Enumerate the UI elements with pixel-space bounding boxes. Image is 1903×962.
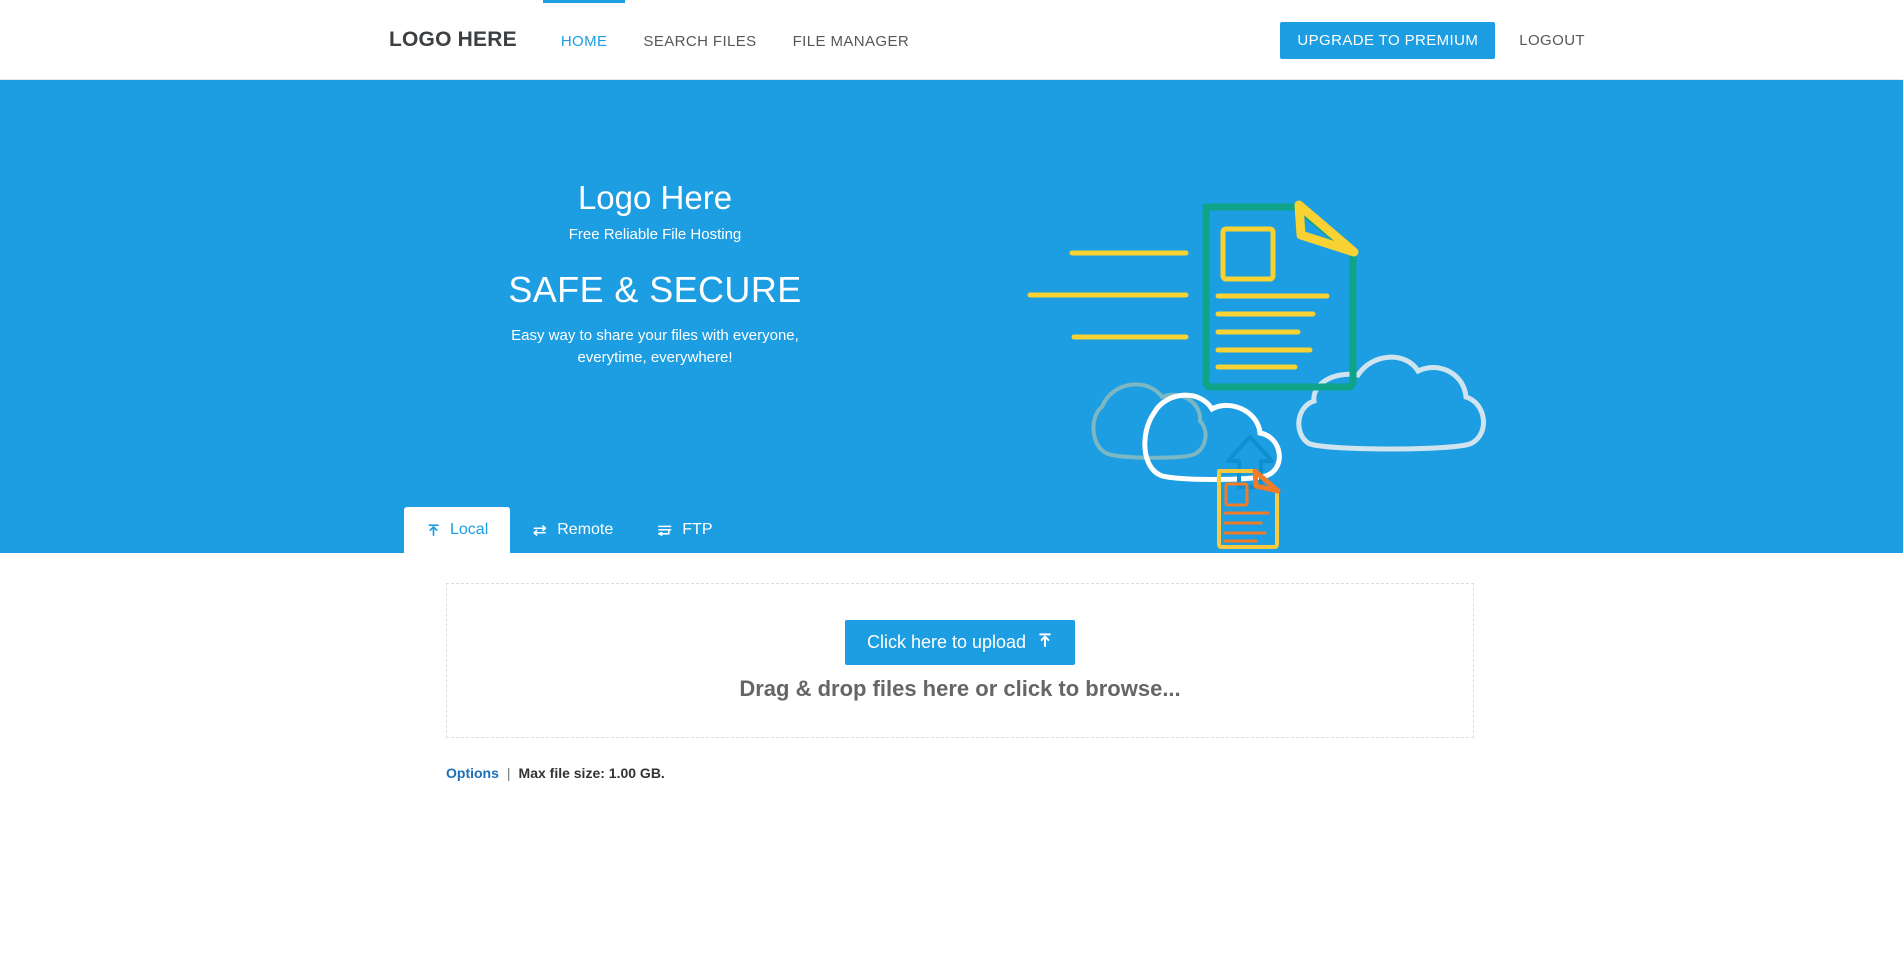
hero-tagline: Free Reliable File Hosting <box>568 226 742 244</box>
document-fold-corner <box>1294 200 1359 257</box>
brand-logo[interactable]: LOGO HERE <box>389 28 517 52</box>
document-thumbnail <box>1220 226 1276 282</box>
tab-ftp[interactable]: FTP <box>635 507 734 553</box>
nav-item-file-manager[interactable]: FILE MANAGER <box>775 0 928 80</box>
top-navbar: LOGO HERE HOME SEARCH FILES FILE MANAGER… <box>0 0 1903 80</box>
hero-logo-title: Logo Here <box>577 179 733 216</box>
tab-ftp-label: FTP <box>682 521 713 538</box>
upload-panel: Click here to upload Drag & drop files h… <box>0 553 1903 933</box>
hero-text-block: Logo Here Free Reliable File Hosting SAF… <box>445 179 865 368</box>
navbar-right-group: UPGRADE TO PREMIUM LOGOUT <box>1280 0 1585 80</box>
dropzone-hint-text: Drag & drop files here or click to brows… <box>739 675 1181 701</box>
upload-button-label: Click here to upload <box>866 631 1027 652</box>
ftp-server-icon <box>657 523 673 538</box>
hero-section: Logo Here Free Reliable File Hosting SAF… <box>0 80 1903 553</box>
nav-item-search-files[interactable]: SEARCH FILES <box>625 0 774 80</box>
click-here-to-upload-button[interactable]: Click here to upload <box>844 619 1076 665</box>
exchange-icon <box>532 523 548 538</box>
hero-headline: SAFE & SECURE <box>508 269 802 311</box>
hero-subtext-line-2: everytime, everywhere! <box>577 348 733 366</box>
page-footer: File Manager Affiliate GO Premium Resell… <box>0 933 1903 962</box>
upload-options-row: Options | Max file size: 1.00 GB. <box>446 765 665 781</box>
tab-local-label: Local <box>450 521 489 538</box>
hero-subtext-line-1: Easy way to share your files with everyo… <box>511 327 799 345</box>
max-file-size-label: Max file size: 1.00 GB. <box>518 765 665 781</box>
upload-icon <box>426 523 441 538</box>
logout-link[interactable]: LOGOUT <box>1519 32 1585 49</box>
upload-source-tabs: Local Remote FTP <box>404 507 735 553</box>
nav-item-home[interactable]: HOME <box>542 0 626 80</box>
navbar-left-group: LOGO HERE HOME SEARCH FILES FILE MANAGER <box>389 0 927 80</box>
file-dropzone[interactable]: Click here to upload Drag & drop files h… <box>446 583 1474 738</box>
tab-remote-label: Remote <box>557 521 614 538</box>
cloud-back-shape <box>1296 354 1486 452</box>
tab-remote[interactable]: Remote <box>510 507 635 553</box>
tab-local[interactable]: Local <box>404 507 511 553</box>
primary-nav: HOME SEARCH FILES FILE MANAGER <box>542 0 928 80</box>
upload-icon <box>1037 632 1053 653</box>
upgrade-to-premium-button[interactable]: UPGRADE TO PREMIUM <box>1280 21 1496 59</box>
options-link[interactable]: Options <box>446 765 499 781</box>
options-separator: | <box>506 765 511 781</box>
cloud-upload-illustration <box>1020 175 1500 585</box>
